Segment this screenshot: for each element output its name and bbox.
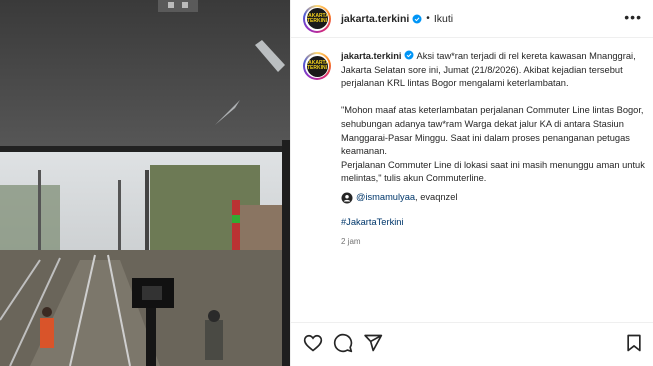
tagged-user-rest: , evaqnzel bbox=[415, 191, 458, 202]
caption-paragraph-3: Perjalanan Commuter Line di lokasi saat … bbox=[341, 159, 645, 184]
caption-text: jakarta.terkini Aksi taw*ran terjadi di … bbox=[341, 50, 647, 249]
caption-avatar[interactable]: JAKARTA TERKINI bbox=[303, 52, 331, 80]
avatar-logo-text: JAKARTA TERKINI bbox=[306, 8, 328, 29]
post-media-video[interactable] bbox=[0, 0, 290, 366]
post-header: JAKARTA TERKINI jakarta.terkini • Ikuti … bbox=[291, 0, 653, 38]
follow-button[interactable]: Ikuti bbox=[434, 13, 453, 25]
railway-scene-image bbox=[0, 0, 290, 366]
post-panel: JAKARTA TERKINI jakarta.terkini • Ikuti … bbox=[290, 0, 653, 366]
verified-badge-icon bbox=[412, 14, 422, 23]
caption-verified-icon bbox=[404, 50, 414, 60]
header-username[interactable]: jakarta.terkini bbox=[341, 13, 409, 25]
tagged-user-icon bbox=[341, 192, 353, 204]
tagged-users-line: @ismamulyaa, evaqnzel bbox=[341, 191, 647, 205]
hashtag-link[interactable]: #JakartaTerkini bbox=[341, 216, 647, 230]
share-send-icon[interactable] bbox=[363, 333, 383, 353]
comment-icon[interactable] bbox=[333, 333, 353, 353]
caption-avatar-logo-text: JAKARTA TERKINI bbox=[306, 55, 328, 77]
save-bookmark-icon[interactable] bbox=[624, 333, 644, 353]
caption-paragraph-1: jakarta.terkini Aksi taw*ran terjadi di … bbox=[341, 50, 647, 91]
header-separator: • bbox=[426, 13, 430, 24]
action-bar bbox=[291, 322, 653, 366]
tagged-user-link[interactable]: @ismamulyaa bbox=[356, 191, 415, 205]
like-heart-icon[interactable] bbox=[303, 333, 323, 353]
caption-paragraph-2: "Mohon maaf atas keterlambatan perjalana… bbox=[341, 105, 644, 157]
more-options-icon[interactable]: ••• bbox=[624, 10, 642, 24]
post-timestamp: 2 jam bbox=[341, 237, 361, 247]
caption-username[interactable]: jakarta.terkini bbox=[341, 51, 401, 61]
profile-avatar[interactable]: JAKARTA TERKINI bbox=[303, 4, 331, 33]
